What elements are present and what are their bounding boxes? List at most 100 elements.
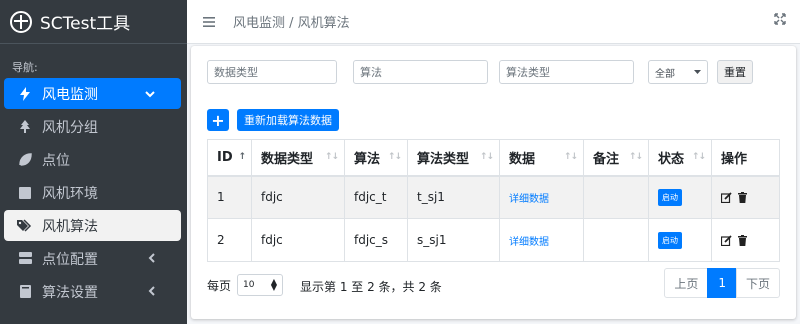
chevron-left-icon	[148, 252, 155, 266]
content-card: 数据类型 算法 算法类型 全部 重置 + 重新加载算法数据 ID ↑ 数据类型 ↑↓…	[191, 46, 796, 319]
status-filter-select[interactable]: 全部	[648, 60, 708, 84]
sidebar-item-turbine-group[interactable]: 风机分组	[4, 111, 181, 142]
sidebar-item-point-config[interactable]: 点位配置	[4, 243, 181, 274]
cell-data-type: fdjc	[251, 175, 345, 219]
status-start-button[interactable]: 启动	[658, 188, 682, 206]
next-page-button[interactable]: 下页	[735, 268, 780, 298]
pagination: 上页 1 下页	[664, 268, 780, 298]
pagination-info: 显示第 1 至 2 条，共 2 条	[300, 280, 442, 294]
column-header-data-type[interactable]: 数据类型 ↑↓	[251, 139, 345, 177]
per-page-select[interactable]: 10 ▲ ▼	[237, 274, 284, 296]
cell-algorithm-type: s_sj1	[407, 218, 500, 262]
topbar: 风电监测 / 风机算法	[187, 0, 800, 44]
brand[interactable]: SCTest工具	[0, 0, 187, 44]
status-filter-value: 全部	[655, 68, 675, 80]
cell-status: 启动	[648, 175, 712, 219]
app-title: SCTest工具	[40, 14, 131, 34]
column-header-algorithm[interactable]: 算法 ↑↓	[344, 139, 408, 177]
detail-data-link[interactable]: 详细数据	[509, 237, 549, 248]
column-header-data[interactable]: 数据 ↑↓	[499, 139, 584, 177]
sidebar-item-label: 风电监测	[42, 86, 98, 103]
sidebar-item-label: 风机环境	[42, 185, 98, 202]
sidebar-item-label: 风机分组	[42, 119, 98, 136]
bolt-icon	[16, 86, 34, 101]
per-page-label: 每页	[207, 278, 232, 293]
sidebar-item-label: 算法设置	[42, 284, 98, 301]
edit-icon[interactable]	[721, 234, 732, 246]
sort-icon: ↑↓	[691, 152, 706, 162]
cell-remark	[583, 218, 649, 262]
cell-data-type: fdjc	[251, 218, 345, 262]
sidebar-item-turbine-environment[interactable]: 风机环境	[4, 177, 181, 208]
caret-down-icon	[694, 70, 701, 74]
sidebar-item-label: 风机算法	[42, 218, 98, 235]
algorithm-type-filter-input[interactable]: 算法类型	[499, 60, 634, 84]
sidebar: SCTest工具 导航: 风电监测 风机分组 点位 风机环境 风机算法 点位配置…	[0, 0, 187, 324]
server-icon	[16, 252, 34, 265]
column-header-actions: 操作	[711, 139, 780, 177]
add-button[interactable]: +	[207, 109, 229, 131]
sidebar-item-wind-monitoring[interactable]: 风电监测	[4, 78, 181, 109]
nav-header: 导航:	[12, 61, 38, 74]
breadcrumb: 风电监测 / 风机算法	[233, 16, 350, 31]
page-1-button[interactable]: 1	[707, 268, 737, 298]
per-page: 每页 10 ▲ ▼	[207, 274, 284, 296]
sidebar-item-algorithm-settings[interactable]: 算法设置	[4, 276, 181, 307]
sort-icon: ↑↓	[563, 152, 578, 162]
table-row: 2 fdjc fdjc_s s_sj1 详细数据 启动	[207, 218, 780, 262]
tree-icon	[16, 119, 34, 134]
table-header-row: ID ↑ 数据类型 ↑↓ 算法 ↑↓ 算法类型 ↑↓ 数据 ↑↓ 备注 ↑↓ 状态 ↑↓ 操作	[207, 139, 780, 177]
book-icon	[16, 285, 34, 298]
sidebar-item-label: 点位配置	[42, 251, 98, 268]
sort-icon: ↑↓	[387, 152, 402, 162]
table-footer: 每页 10 ▲ ▼ 显示第 1 至 2 条，共 2 条 上页 1 下页	[207, 268, 780, 298]
sort-icon: ↑↓	[628, 152, 643, 162]
chevron-left-icon	[148, 285, 155, 299]
square-icon	[16, 186, 34, 199]
chevron-down-icon	[145, 87, 155, 101]
tags-icon	[16, 219, 34, 232]
data-type-filter-input[interactable]: 数据类型	[207, 60, 337, 84]
sidebar-item-label: 点位	[42, 152, 70, 169]
algorithm-table: ID ↑ 数据类型 ↑↓ 算法 ↑↓ 算法类型 ↑↓ 数据 ↑↓ 备注 ↑↓ 状态 ↑↓ 操作…	[207, 139, 780, 262]
sort-icon: ↑↓	[324, 152, 339, 162]
filter-bar: 数据类型 算法 算法类型 全部 重置	[207, 60, 753, 84]
sort-updown-icon: ▲ ▼	[270, 277, 278, 292]
table-row: 1 fdjc fdjc_t t_sj1 详细数据 启动	[207, 175, 780, 219]
cell-id: 2	[207, 218, 252, 262]
cell-data: 详细数据	[499, 218, 584, 262]
status-start-button[interactable]: 启动	[658, 231, 682, 249]
table-toolbar: + 重新加载算法数据	[207, 109, 339, 131]
trash-icon[interactable]	[738, 191, 747, 203]
logo-icon	[10, 10, 32, 33]
edit-icon[interactable]	[721, 192, 732, 203]
algorithm-filter-input[interactable]: 算法	[353, 60, 488, 84]
cell-data: 详细数据	[499, 175, 584, 219]
cell-actions	[711, 218, 780, 262]
column-header-id[interactable]: ID ↑	[207, 139, 252, 177]
leaf-icon	[16, 152, 34, 167]
prev-page-button[interactable]: 上页	[664, 268, 709, 298]
column-header-algorithm-type[interactable]: 算法类型 ↑↓	[407, 139, 500, 177]
cell-actions	[711, 175, 780, 219]
sidebar-item-turbine-algorithm[interactable]: 风机算法	[4, 210, 181, 241]
reset-button[interactable]: 重置	[717, 60, 753, 84]
sort-asc-icon: ↑	[238, 152, 245, 162]
trash-icon[interactable]	[738, 234, 747, 246]
hamburger-icon[interactable]	[203, 12, 215, 31]
cell-id: 1	[207, 175, 252, 219]
cell-remark	[583, 175, 649, 219]
column-header-status[interactable]: 状态 ↑↓	[648, 139, 712, 177]
cell-algorithm-type: t_sj1	[407, 175, 500, 219]
cell-algorithm: fdjc_s	[344, 218, 408, 262]
cell-status: 启动	[648, 218, 712, 262]
reload-algorithm-data-button[interactable]: 重新加载算法数据	[237, 109, 339, 131]
main-area: 风电监测 / 风机算法 数据类型 算法 算法类型 全部 重置 + 重新加载算法数…	[187, 0, 800, 324]
fullscreen-icon[interactable]	[774, 13, 786, 29]
sidebar-item-points[interactable]: 点位	[4, 144, 181, 175]
detail-data-link[interactable]: 详细数据	[509, 194, 549, 205]
sidebar-nav: 风电监测 风机分组 点位 风机环境 风机算法 点位配置 算法设置	[0, 78, 187, 307]
sort-icon: ↑↓	[479, 152, 494, 162]
per-page-value: 10	[243, 280, 255, 290]
column-header-remark[interactable]: 备注 ↑↓	[583, 139, 649, 177]
